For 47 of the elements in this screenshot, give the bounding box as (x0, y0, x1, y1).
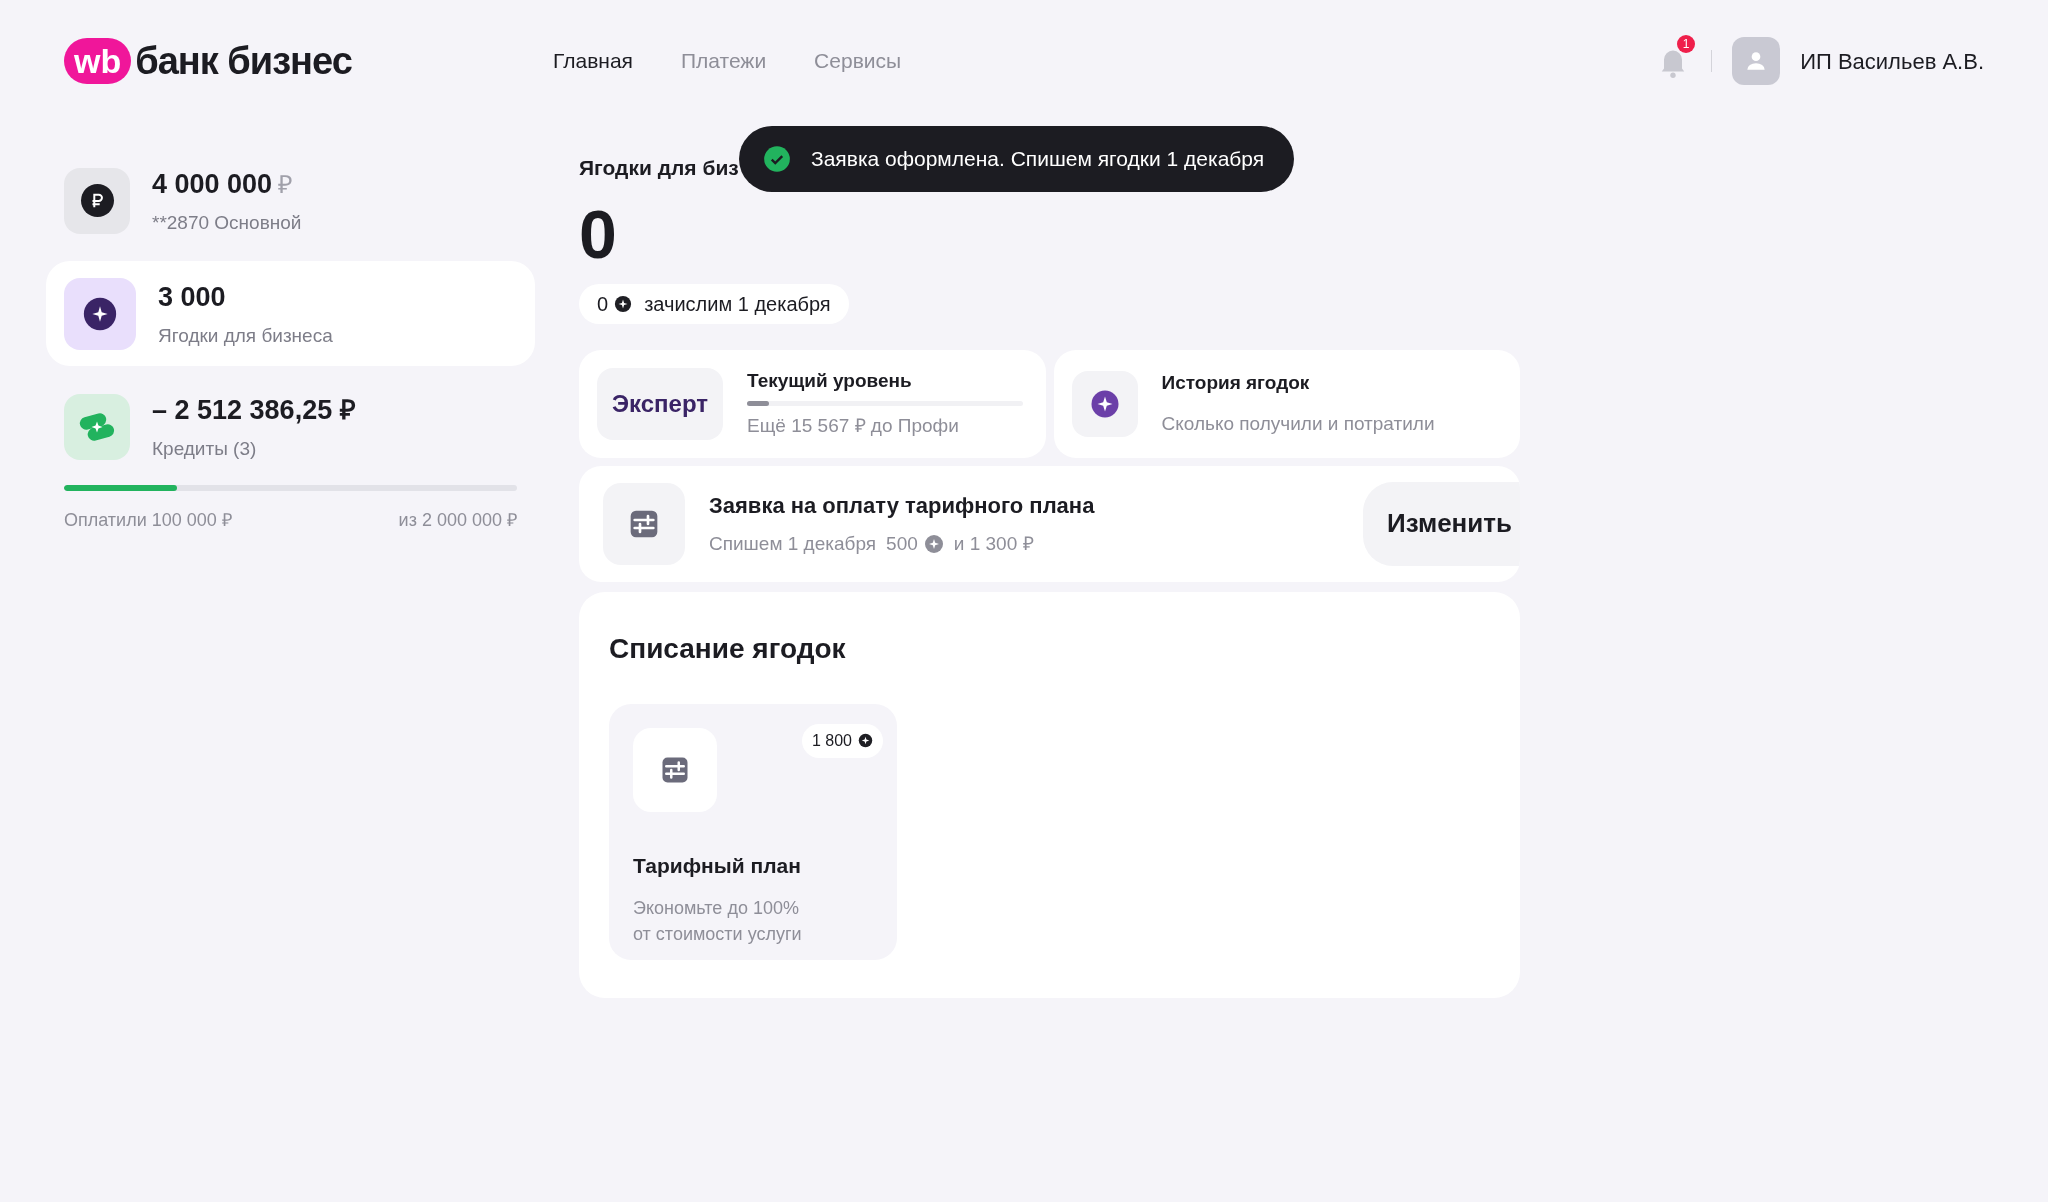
berry-icon (1089, 388, 1120, 419)
ruble-icon (64, 167, 130, 234)
check-icon (763, 145, 791, 173)
account-amount: 3 000 (158, 281, 226, 314)
change-button[interactable]: Изменить (1362, 481, 1520, 566)
tile-description: Экономьте до 100% от стоимости услуги (633, 897, 803, 946)
berry-icon (923, 534, 944, 554)
history-card[interactable]: История ягодок Сколько получили и потратили (1053, 349, 1520, 458)
price-value: 1 800 (811, 730, 852, 751)
account-amount: – 2 512 386,25 ₽ (152, 394, 356, 427)
pending-text: зачислим 1 декабря (644, 291, 831, 317)
balance-value: 0 (579, 194, 618, 274)
logo-text: банк бизнес (135, 38, 352, 84)
account-card[interactable]: – 2 512 386,25 ₽ Кредиты (3) (64, 388, 517, 465)
level-subtitle: Ещё 15 567 ₽ до Профи (747, 414, 960, 438)
total-amount: из 2 000 000 ₽ (398, 509, 517, 532)
request-date: Спишем 1 декабря (709, 531, 877, 556)
account-subtitle: Ягодки для бизнеса (158, 323, 333, 348)
section-heading: Ягодки для биз (579, 155, 739, 181)
notification-badge: 1 (1677, 35, 1696, 53)
service-tile[interactable]: 1 800 Тарифный план Экономьте до 100% от стоимости услуги (609, 703, 897, 960)
account-subtitle: **2870 Основной (152, 210, 302, 235)
user-name[interactable]: ИП Васильев А.В. (1800, 44, 1984, 78)
level-card[interactable]: Эксперт Текущий уровень Ещё 15 567 ₽ до Профи (579, 349, 1046, 458)
level-badge: Эксперт (597, 367, 723, 440)
level-title: Текущий уровень (747, 368, 913, 393)
pending-amount: 0 (597, 291, 609, 317)
logo-badge: wb (64, 38, 132, 84)
nav-tab[interactable]: Главная (553, 45, 633, 77)
account-card[interactable]: 3 000 Ягодки для бизнеса (46, 261, 535, 366)
account-amount: 4 000 000 (152, 168, 273, 201)
history-title: История ягодок (1161, 371, 1311, 395)
paid-amount: Оплатили 100 000 ₽ (64, 509, 232, 532)
account-subtitle: Кредиты (3) (152, 436, 258, 461)
berry-icon (64, 277, 136, 350)
request-title: Заявка на оплату тарифного плана (709, 491, 1095, 520)
currency-sign: ₽ (278, 169, 294, 200)
request-amount: и 1 300 ₽ (953, 531, 1034, 556)
account-card[interactable]: 4 000 000 ₽ **2870 Основной (64, 162, 517, 239)
spending-title: Списание ягодок (609, 632, 846, 664)
tile-title: Тарифный план (633, 852, 802, 879)
berry-icon (858, 733, 873, 748)
request-berries: 500 (886, 531, 918, 556)
toast-message: Заявка оформлена. Спишем ягодки 1 декабря (811, 146, 1266, 173)
credit-icon (64, 393, 130, 460)
history-subtitle: Сколько получили и потратили (1161, 411, 1435, 436)
berry-icon (614, 294, 633, 313)
